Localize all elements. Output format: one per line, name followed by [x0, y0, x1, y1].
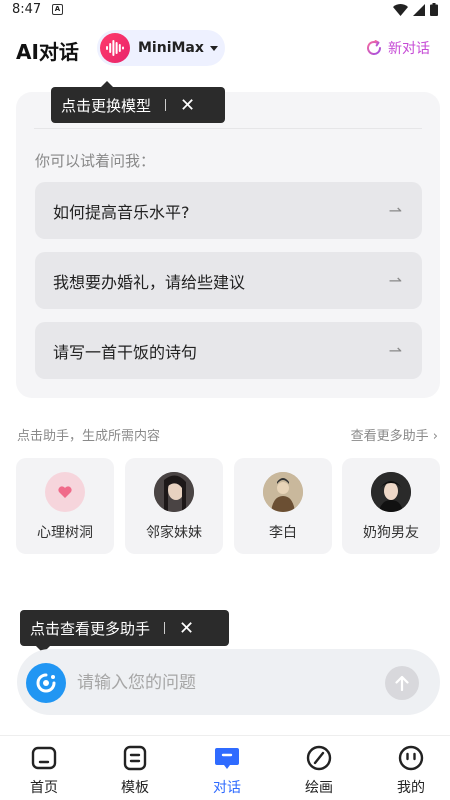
- avatar: [154, 472, 194, 512]
- profile-icon: [398, 745, 424, 771]
- chevron-right-icon: ›: [428, 429, 438, 444]
- chat-input-bar: [17, 649, 440, 715]
- status-icons: [393, 3, 438, 16]
- signal-icon: [413, 3, 425, 16]
- suggestion-item[interactable]: 如何提高音乐水平? ⇀: [35, 182, 422, 239]
- wifi-icon: [393, 3, 408, 16]
- suggestion-text: 请写一首干饭的诗句: [53, 342, 198, 362]
- bottom-nav: 首页 模板 对话 绘画 我的: [0, 735, 450, 800]
- new-chat-label: 新对话: [388, 41, 430, 57]
- assistant-name: 邻家妹妹: [146, 525, 202, 541]
- nav-item-home[interactable]: 首页: [14, 744, 74, 800]
- assistant-logo-icon[interactable]: [26, 663, 66, 703]
- header: AI对话 MiniMax 新对话: [0, 28, 450, 68]
- assistant-hint: 点击助手，生成所需内容: [17, 429, 161, 444]
- arrow-up-icon: [395, 675, 409, 691]
- refresh-icon: [367, 40, 381, 55]
- assistant-card[interactable]: 邻家妹妹: [125, 458, 223, 554]
- close-icon[interactable]: ✕: [179, 618, 194, 639]
- model-name: MiniMax: [138, 40, 204, 56]
- page-title: AI对话: [16, 40, 79, 64]
- suggestion-text: 如何提高音乐水平?: [53, 202, 190, 222]
- nav-label: 模板: [121, 780, 149, 796]
- model-selector[interactable]: MiniMax: [97, 30, 225, 66]
- avatar: [371, 472, 411, 512]
- suggestion-heading: 你可以试着问我：: [35, 152, 156, 170]
- tooltip-text: 点击更换模型: [61, 96, 152, 115]
- assistant-name: 李白: [269, 525, 297, 541]
- chat-icon: [215, 748, 239, 769]
- status-time: 8:47: [12, 2, 42, 17]
- assistant-tooltip: 点击查看更多助手 ✕: [20, 610, 229, 646]
- suggestion-item[interactable]: 请写一首干饭的诗句 ⇀: [35, 322, 422, 379]
- tooltip-separator: [165, 99, 167, 111]
- new-chat-button[interactable]: 新对话: [365, 38, 430, 58]
- assistant-name: 心理树洞: [37, 525, 93, 541]
- nav-item-paint[interactable]: 绘画: [289, 744, 349, 800]
- assistant-card[interactable]: 李白: [234, 458, 332, 554]
- arrow-right-icon: ⇀: [388, 341, 402, 360]
- tooltip-separator: [164, 622, 166, 634]
- chat-input[interactable]: [77, 669, 377, 697]
- home-icon: [31, 746, 57, 770]
- nav-item-profile[interactable]: 我的: [381, 744, 441, 800]
- chevron-down-icon: [209, 45, 218, 51]
- avatar: [263, 472, 303, 512]
- suggestion-item[interactable]: 我想要办婚礼，请给些建议 ⇀: [35, 252, 422, 309]
- divider: [34, 128, 422, 129]
- assistant-card[interactable]: 奶狗男友: [342, 458, 440, 554]
- more-assistants-label: 查看更多助手: [350, 429, 429, 444]
- battery-icon: [430, 3, 438, 16]
- heart-icon: [45, 472, 85, 512]
- nav-item-template[interactable]: 模板: [105, 744, 165, 800]
- suggestion-text: 我想要办婚礼，请给些建议: [53, 272, 246, 292]
- suggestion-card: 你可以试着问我： 如何提高音乐水平? ⇀ 我想要办婚礼，请给些建议 ⇀ 请写一首…: [16, 92, 440, 398]
- more-assistants-link[interactable]: 查看更多助手 ›: [351, 425, 438, 444]
- nav-label: 首页: [30, 780, 58, 796]
- notification-icon: A: [52, 4, 63, 15]
- model-tooltip: 点击更换模型 ✕: [51, 87, 225, 123]
- nav-label: 对话: [213, 780, 241, 796]
- assistant-card[interactable]: 心理树洞: [16, 458, 114, 554]
- tooltip-text: 点击查看更多助手: [30, 619, 151, 638]
- nav-item-chat[interactable]: 对话: [197, 744, 257, 800]
- model-avatar: [100, 33, 130, 63]
- template-icon: [123, 745, 147, 771]
- soundwave-icon: [106, 40, 124, 56]
- arrow-right-icon: ⇀: [388, 201, 402, 220]
- send-button[interactable]: [385, 666, 419, 700]
- nav-label: 我的: [397, 780, 425, 796]
- nav-label: 绘画: [305, 780, 333, 796]
- status-bar: 8:47 A: [0, 0, 450, 22]
- paint-icon: [306, 745, 332, 771]
- arrow-right-icon: ⇀: [388, 271, 402, 290]
- assistant-name: 奶狗男友: [363, 525, 419, 541]
- close-icon[interactable]: ✕: [180, 95, 195, 116]
